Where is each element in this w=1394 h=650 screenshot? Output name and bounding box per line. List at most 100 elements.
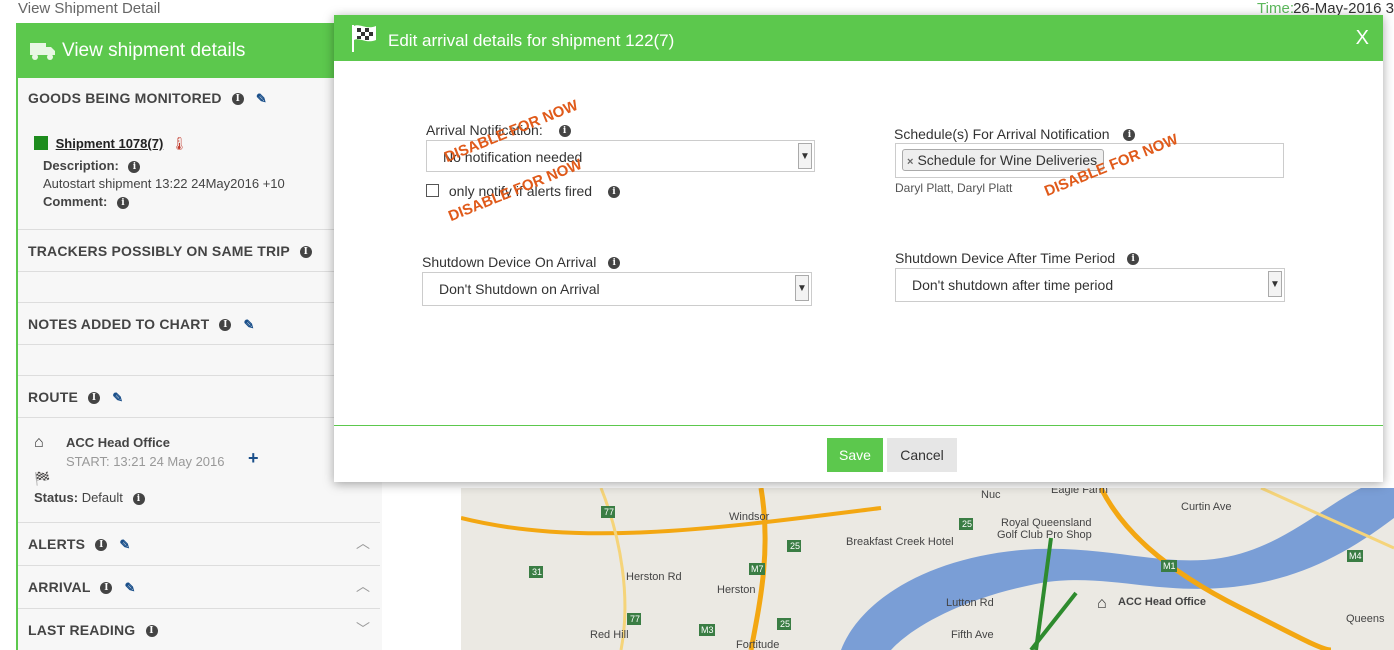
shutdown-on-arrival-select[interactable]: Don't Shutdown on Arrival ▼ <box>422 272 812 306</box>
sidebar-header: View shipment details <box>16 23 382 78</box>
map-label: Windsor <box>729 511 770 523</box>
map-panel[interactable]: Windsor Breakfast Creek Hotel Royal Quee… <box>461 488 1394 650</box>
map-label: ACC Head Office <box>1118 596 1206 608</box>
info-icon[interactable]: i <box>128 160 141 173</box>
last-reading-title: LAST READING <box>28 622 136 638</box>
svg-text:M3: M3 <box>701 625 714 635</box>
map-label: Fifth Ave <box>951 629 994 641</box>
map-label: Herston <box>717 584 756 596</box>
map-label: Fortitude <box>736 639 779 650</box>
alerts-section[interactable]: ALERTS i ✎ ︿ <box>18 523 380 566</box>
info-icon[interactable]: i <box>95 539 108 552</box>
info-icon[interactable]: i <box>1123 129 1136 142</box>
add-stop-icon[interactable]: + <box>248 448 259 469</box>
info-icon[interactable]: i <box>145 625 158 638</box>
svg-text:M7: M7 <box>751 564 764 574</box>
checkered-flag-icon <box>350 23 378 58</box>
notes-title: NOTES ADDED TO CHART <box>28 316 210 332</box>
save-button[interactable]: Save <box>827 438 883 472</box>
shutdown-after-value: Don't shutdown after time period <box>912 277 1114 293</box>
chevron-down-icon[interactable]: ﹀ <box>356 619 370 639</box>
route-section: ROUTE i ✎ ⌂ ACC Head Office START: 13:21… <box>18 376 380 523</box>
status-label: Status: <box>34 490 79 505</box>
page-title: View Shipment Detail <box>18 0 161 17</box>
notes-section: NOTES ADDED TO CHART i ✎ <box>18 303 380 376</box>
edit-pencil-icon[interactable]: ✎ <box>244 317 255 333</box>
modal-header: Edit arrival details for shipment 122(7)… <box>334 15 1383 61</box>
cancel-button[interactable]: Cancel <box>887 438 957 472</box>
goods-section: GOODS BEING MONITORED i ✎ Shipment 1078(… <box>18 78 380 230</box>
chevron-up-icon[interactable]: ︿ <box>356 533 370 553</box>
last-reading-section[interactable]: LAST READING i ﹀ <box>18 609 380 650</box>
edit-pencil-icon[interactable]: ✎ <box>119 537 130 553</box>
svg-text:25: 25 <box>962 519 972 529</box>
svg-text:M1: M1 <box>1163 561 1176 571</box>
chevron-down-icon[interactable]: ▼ <box>795 275 809 301</box>
svg-text:77: 77 <box>604 507 614 517</box>
map-label: Eagle Farm <box>1051 488 1108 496</box>
svg-text:M4: M4 <box>1349 551 1362 561</box>
svg-text:25: 25 <box>780 619 790 629</box>
home-marker-icon: ⌂ <box>1097 595 1107 612</box>
info-icon[interactable]: i <box>608 257 621 270</box>
description-label: Description: <box>43 158 119 173</box>
chevron-up-icon[interactable]: ︿ <box>356 576 370 596</box>
info-icon[interactable]: i <box>299 246 312 259</box>
shipment-link[interactable]: Shipment 1078(7) <box>56 136 164 151</box>
chevron-down-icon[interactable]: ▼ <box>798 143 812 169</box>
schedule-people: Daryl Platt, Daryl Platt <box>895 181 1013 195</box>
info-icon[interactable]: i <box>116 196 129 209</box>
map-label: Herston Rd <box>626 571 682 583</box>
alerts-title: ALERTS <box>28 536 86 552</box>
edit-pencil-icon[interactable]: ✎ <box>125 580 136 596</box>
map-label: Red Hill <box>590 629 629 641</box>
shutdown-after-label: Shutdown Device After Time Period <box>895 250 1116 266</box>
edit-pencil-icon[interactable]: ✎ <box>112 390 123 406</box>
route-start: START: 13:21 24 May 2016 <box>66 454 225 469</box>
shutdown-on-arrival-value: Don't Shutdown on Arrival <box>439 281 600 297</box>
map-label: Royal Queensland <box>1001 517 1092 529</box>
map-label: Golf Club Pro Shop <box>997 529 1092 541</box>
info-icon[interactable]: i <box>132 492 145 505</box>
trackers-section: TRACKERS POSSIBLY ON SAME TRIP i <box>18 230 380 303</box>
info-icon[interactable]: i <box>219 319 232 332</box>
arrival-title: ARRIVAL <box>28 579 91 595</box>
edit-arrival-modal: Edit arrival details for shipment 122(7)… <box>334 15 1383 482</box>
info-icon[interactable]: i <box>88 392 101 405</box>
modal-footer-divider <box>334 425 1383 426</box>
info-icon[interactable]: i <box>1127 253 1140 266</box>
map-label: Queens <box>1346 613 1385 625</box>
modal-title: Edit arrival details for shipment 122(7) <box>388 31 675 50</box>
chevron-down-icon[interactable]: ▼ <box>1268 271 1282 297</box>
shutdown-after-select[interactable]: Don't shutdown after time period ▼ <box>895 268 1285 302</box>
route-location: ACC Head Office <box>66 435 171 450</box>
map-label: Curtin Ave <box>1181 501 1232 513</box>
info-icon[interactable]: i <box>558 125 571 138</box>
truck-icon <box>30 41 56 67</box>
sidebar-header-title: View shipment details <box>62 40 246 61</box>
route-title: ROUTE <box>28 389 78 405</box>
map-label: Lutton Rd <box>946 597 994 609</box>
schedule-tag-label: Schedule for Wine Deliveries <box>917 152 1098 168</box>
info-icon[interactable]: i <box>607 186 620 199</box>
schedules-label: Schedule(s) For Arrival Notification <box>894 126 1110 142</box>
map-canvas: Windsor Breakfast Creek Hotel Royal Quee… <box>461 488 1394 650</box>
remove-tag-icon[interactable]: × <box>907 156 913 168</box>
status-value: Default <box>81 490 123 505</box>
home-icon: ⌂ <box>34 434 44 451</box>
info-icon[interactable]: i <box>231 93 244 106</box>
only-notify-checkbox[interactable] <box>426 184 439 197</box>
svg-text:25: 25 <box>790 541 800 551</box>
close-button[interactable]: X <box>1356 27 1369 50</box>
info-icon[interactable]: i <box>100 582 113 595</box>
shutdown-on-arrival-label: Shutdown Device On Arrival <box>422 254 597 270</box>
thermometer-icon: 🌡 <box>170 136 188 151</box>
status-square-icon <box>34 136 48 150</box>
comment-label: Comment: <box>43 194 108 209</box>
edit-pencil-icon[interactable]: ✎ <box>256 91 267 107</box>
trackers-title: TRACKERS POSSIBLY ON SAME TRIP <box>28 243 290 259</box>
arrival-section[interactable]: ARRIVAL i ✎ ︿ <box>18 566 380 609</box>
map-label: Nuc <box>981 489 1001 501</box>
description-value: Autostart shipment 13:22 24May2016 +10 <box>43 176 285 191</box>
schedule-tag[interactable]: × Schedule for Wine Deliveries <box>902 149 1105 171</box>
